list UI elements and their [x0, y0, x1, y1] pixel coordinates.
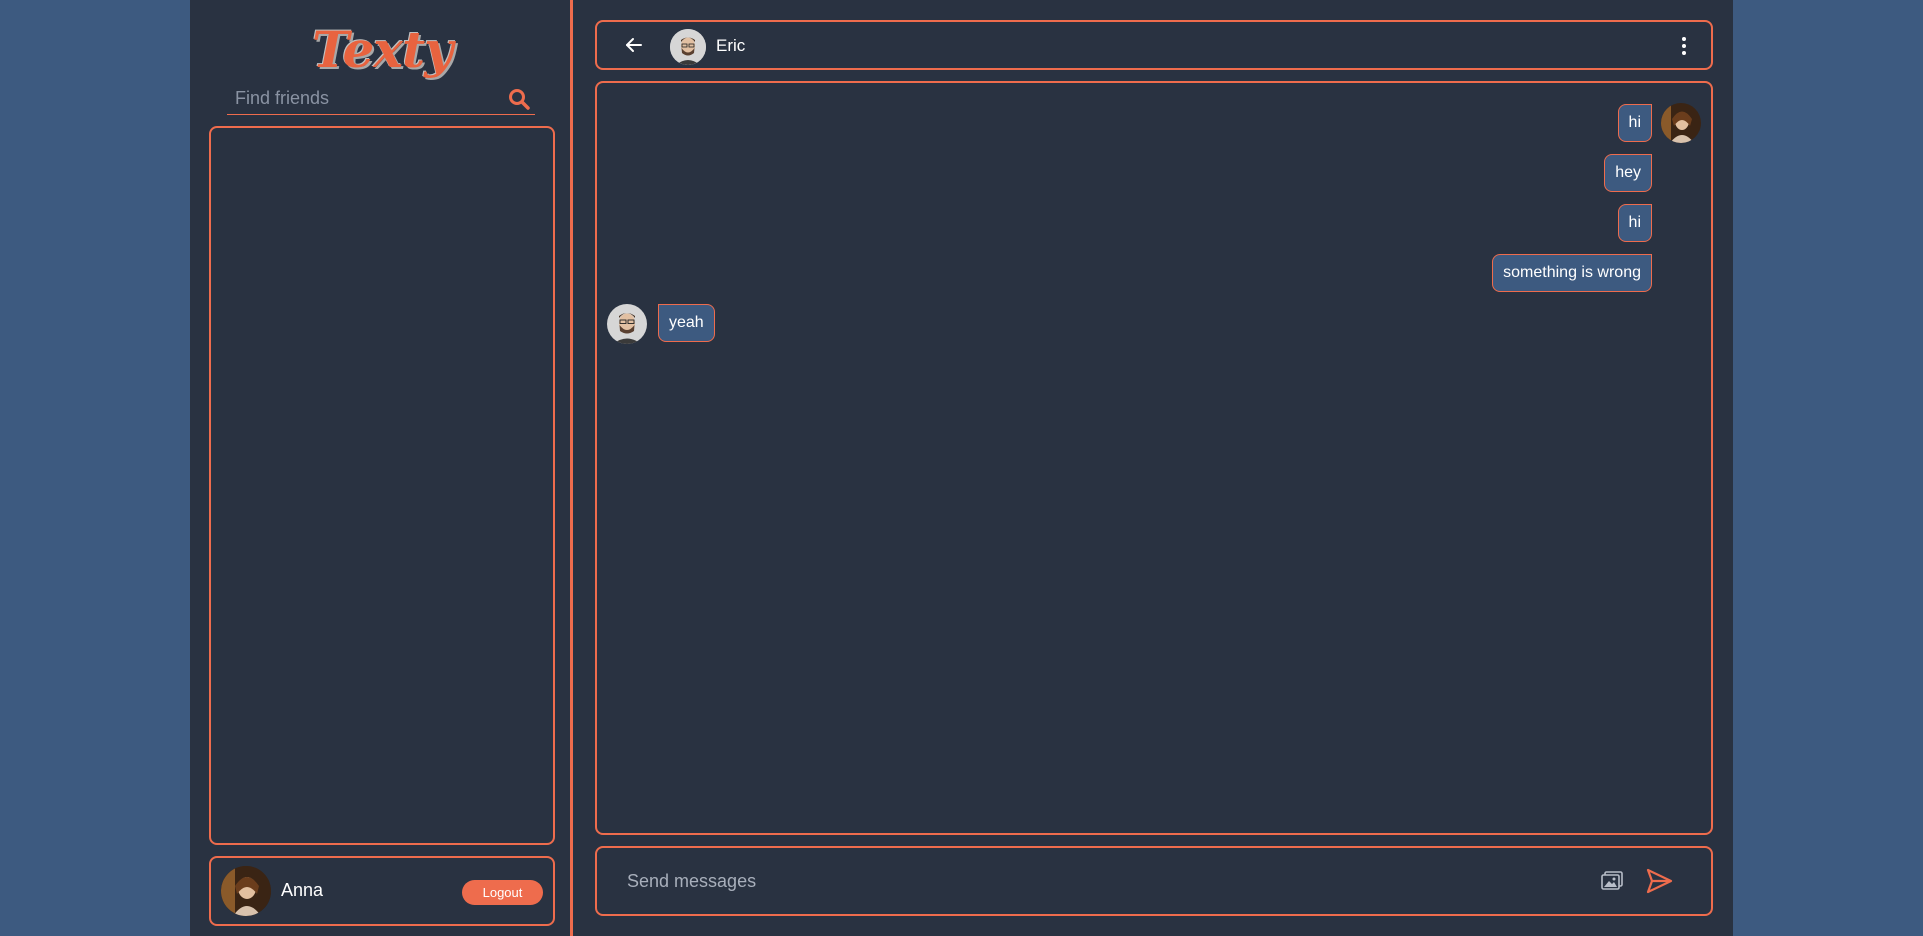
message-bubble-sent: hi — [1617, 104, 1652, 142]
user-avatar — [221, 866, 271, 916]
message-bubble-sent: something is wrong — [1492, 254, 1652, 292]
app-logo: Texty — [312, 20, 453, 79]
search-bar — [227, 82, 535, 115]
contact-avatar — [670, 29, 706, 65]
find-friends-input[interactable] — [227, 82, 497, 114]
user-name: Anna — [281, 880, 324, 900]
contact-message-avatar — [607, 304, 647, 344]
app-window: Texty Anna Logout — [190, 0, 1733, 936]
send-icon[interactable] — [1645, 867, 1673, 895]
sidebar: Texty Anna Logout — [190, 0, 573, 936]
contact-name: Eric — [716, 36, 746, 55]
friends-list[interactable] — [209, 126, 555, 845]
image-icon[interactable] — [1601, 871, 1623, 891]
current-user-card: Anna Logout — [209, 856, 555, 926]
chat-header: Eric — [595, 20, 1713, 70]
search-icon[interactable] — [507, 87, 531, 111]
logout-button[interactable]: Logout — [462, 880, 543, 905]
message-bubble-sent: hi — [1617, 204, 1652, 242]
sender-avatar — [1661, 103, 1701, 143]
message-input[interactable] — [627, 862, 1527, 900]
message-bubble-received: yeah — [658, 304, 715, 342]
message-composer — [595, 846, 1713, 916]
more-vertical-icon[interactable] — [1681, 35, 1687, 57]
message-bubble-sent: hey — [1604, 154, 1652, 192]
message-list: hi hey hi something is wrong yeah — [595, 81, 1713, 835]
back-arrow-icon[interactable] — [623, 34, 645, 56]
